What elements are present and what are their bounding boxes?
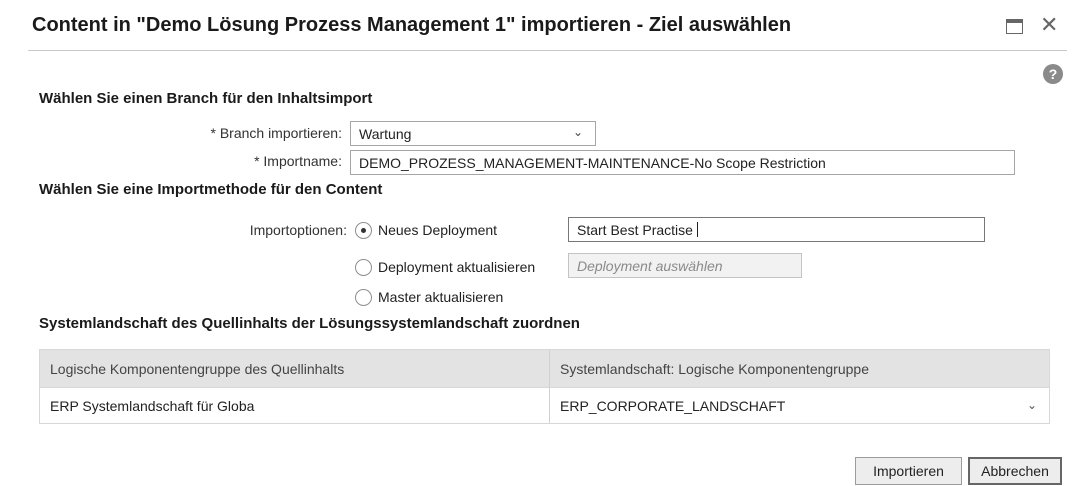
- radio-button[interactable]: [355, 289, 372, 306]
- branch-select-value: Wartung: [359, 126, 412, 142]
- import-button[interactable]: Importieren: [855, 457, 962, 485]
- target-landscape-select[interactable]: ERP_CORPORATE_LANDSCHAFT ⌄: [550, 388, 1049, 423]
- radio-new-deployment[interactable]: Neues Deployment: [355, 222, 497, 239]
- branch-label: * Branch importieren:: [210, 125, 342, 141]
- radio-button-checked[interactable]: [355, 222, 372, 239]
- radio-new-deployment-label: Neues Deployment: [378, 222, 498, 238]
- dialog-title: Content in "Demo Lösung Prozess Manageme…: [32, 14, 792, 36]
- cancel-button[interactable]: Abbrechen: [968, 457, 1062, 485]
- text-caret: [696, 222, 698, 237]
- radio-update-master[interactable]: Master aktualisieren: [355, 289, 503, 306]
- update-deployment-select: Deployment auswählen: [568, 253, 802, 278]
- table-row: ERP Systemlandschaft für Globa ERP_CORPO…: [40, 387, 1049, 423]
- column-header-source: Logische Komponentengruppe des Quellinha…: [40, 350, 550, 387]
- importname-input[interactable]: DEMO_PROZESS_MANAGEMENT-MAINTENANCE-No S…: [350, 150, 1015, 175]
- column-header-target: Systemlandschaft: Logische Komponentengr…: [560, 360, 869, 377]
- new-deployment-name-value: Start Best Practise: [577, 222, 693, 238]
- mapping-section-heading: Systemlandschaft des Quellinhalts der Lö…: [39, 315, 580, 332]
- radio-update-deployment-label: Deployment aktualisieren: [378, 259, 536, 275]
- landscape-mapping-table: Logische Komponentengruppe des Quellinha…: [39, 349, 1050, 424]
- import-options-label: Importoptionen:: [249, 222, 347, 238]
- importname-label: * Importname:: [254, 153, 342, 169]
- title-divider: [28, 50, 1067, 51]
- target-landscape-value: ERP_CORPORATE_LANDSCHAFT: [560, 397, 786, 414]
- branch-section-heading: Wählen Sie einen Branch für den Inhaltsi…: [39, 90, 373, 107]
- radio-update-master-label: Master aktualisieren: [378, 289, 504, 305]
- maximize-icon[interactable]: [1006, 19, 1023, 34]
- source-component-cell: ERP Systemlandschaft für Globa: [40, 388, 550, 423]
- method-section-heading: Wählen Sie eine Importmethode für den Co…: [39, 181, 383, 198]
- close-icon[interactable]: ✕: [1040, 14, 1058, 36]
- import-dialog: Content in "Demo Lösung Prozess Manageme…: [0, 0, 1081, 486]
- radio-button[interactable]: [355, 259, 372, 276]
- chevron-down-icon: ⌄: [572, 125, 583, 139]
- table-header: Logische Komponentengruppe des Quellinha…: [40, 350, 1049, 387]
- chevron-down-icon[interactable]: ⌄: [1027, 398, 1037, 412]
- branch-select[interactable]: Wartung ⌄: [350, 121, 596, 146]
- radio-update-deployment[interactable]: Deployment aktualisieren: [355, 259, 535, 276]
- new-deployment-name-input[interactable]: Start Best Practise: [568, 217, 985, 242]
- help-icon[interactable]: ?: [1043, 64, 1063, 84]
